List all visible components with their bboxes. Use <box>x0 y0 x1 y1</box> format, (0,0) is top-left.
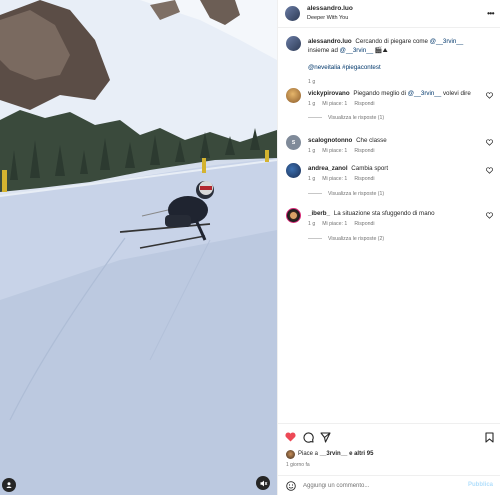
others-count[interactable]: e altri 95 <box>349 451 373 457</box>
mute-icon[interactable] <box>256 476 270 490</box>
comment-meta: 1 g Mi piace: 1 Rispondi <box>308 148 375 154</box>
comment-meta: 1 g Mi piace: 1 Rispondi <box>308 221 375 227</box>
liker-username[interactable]: __3rvin__ <box>320 451 348 457</box>
commenter-avatar[interactable] <box>286 88 301 103</box>
user-tag-icon[interactable] <box>2 478 16 492</box>
post-actions: Piace a __3rvin__ e altri 95 1 giorno fa <box>278 423 500 475</box>
audio-subtitle[interactable]: Deeper With You <box>307 15 348 21</box>
comment-meta: 1 g Mi piace: 1 Rispondi <box>308 176 375 182</box>
mention-link[interactable]: @__3rvin__ <box>340 47 373 54</box>
commenter-avatar[interactable] <box>286 163 301 178</box>
author-avatar[interactable] <box>286 36 301 51</box>
view-replies-button[interactable]: Visualizza le risposte (1) <box>308 191 384 197</box>
comment-username[interactable]: vickypirovano <box>308 90 350 97</box>
comment-likes[interactable]: Mi piace: 1 <box>322 101 347 107</box>
comment-text: andrea_zanol Cambia sport <box>308 165 389 172</box>
comment-input[interactable] <box>303 480 453 492</box>
comment-username[interactable]: andrea_zanol <box>308 165 348 172</box>
comment-text: _iberb_ La situazione sta sfuggendo di m… <box>308 210 435 217</box>
reply-button[interactable]: Rispondi <box>354 101 374 107</box>
like-icon-filled[interactable] <box>285 432 296 442</box>
comment-likes[interactable]: Mi piace: 1 <box>322 221 347 227</box>
commenter-avatar[interactable]: S <box>286 135 301 150</box>
post-side-panel: alessandro.luo Deeper With You ••• aless… <box>277 0 500 495</box>
emoji-icon[interactable] <box>286 481 296 491</box>
comment-text: scalognotonno Che classe <box>308 137 387 144</box>
caption-username[interactable]: alessandro.luo <box>308 38 352 45</box>
author-username[interactable]: alessandro.luo <box>307 5 353 12</box>
post-video[interactable] <box>0 0 277 495</box>
author-avatar[interactable] <box>285 6 300 21</box>
comment-meta: 1 g Mi piace: 1 Rispondi <box>308 101 375 107</box>
comment-likes[interactable]: Mi piace: 1 <box>322 176 347 182</box>
comments-list[interactable]: alessandro.luo Cercando di piegare come … <box>278 28 500 423</box>
comment-username[interactable]: _iberb_ <box>308 210 330 217</box>
like-comment-icon[interactable] <box>486 92 493 99</box>
post-header: alessandro.luo Deeper With You ••• <box>278 0 500 28</box>
comment-likes[interactable]: Mi piace: 1 <box>322 148 347 154</box>
view-replies-button[interactable]: Visualizza le risposte (1) <box>308 115 384 121</box>
caption-emojis: 🎬⛰ <box>374 46 388 54</box>
view-replies-button[interactable]: Visualizza le risposte (2) <box>308 236 384 242</box>
comment-username[interactable]: scalognotonno <box>308 137 352 144</box>
share-icon[interactable] <box>320 432 331 443</box>
mention-link[interactable]: @__3rvin__ <box>408 90 441 97</box>
ski-scene-image <box>0 0 277 495</box>
save-icon[interactable] <box>485 432 494 443</box>
liker-avatar[interactable] <box>286 450 295 459</box>
reply-button[interactable]: Rispondi <box>354 221 374 227</box>
caption-text: alessandro.luo Cercando di piegare come … <box>308 38 486 73</box>
reply-button[interactable]: Rispondi <box>354 148 374 154</box>
likes-summary[interactable]: Piace a __3rvin__ e altri 95 <box>298 451 373 457</box>
comment-text: vickypirovano Piegando meglio di @__3rvi… <box>308 90 471 97</box>
caption-time: 1 g <box>308 79 316 85</box>
add-comment-bar: Pubblica <box>278 475 500 495</box>
mention-link[interactable]: @__3rvin__ <box>430 38 463 45</box>
reply-button[interactable]: Rispondi <box>354 176 374 182</box>
more-options-icon[interactable]: ••• <box>487 9 494 18</box>
publish-button[interactable]: Pubblica <box>468 482 493 488</box>
like-comment-icon[interactable] <box>486 139 493 146</box>
comment-icon[interactable] <box>303 432 314 443</box>
commenter-avatar[interactable] <box>286 208 301 223</box>
like-comment-icon[interactable] <box>486 212 493 219</box>
like-comment-icon[interactable] <box>486 167 493 174</box>
caption-hashtags[interactable]: @neveitalia #piegacontest <box>308 64 486 73</box>
post-time[interactable]: 1 giorno fa <box>286 462 310 468</box>
